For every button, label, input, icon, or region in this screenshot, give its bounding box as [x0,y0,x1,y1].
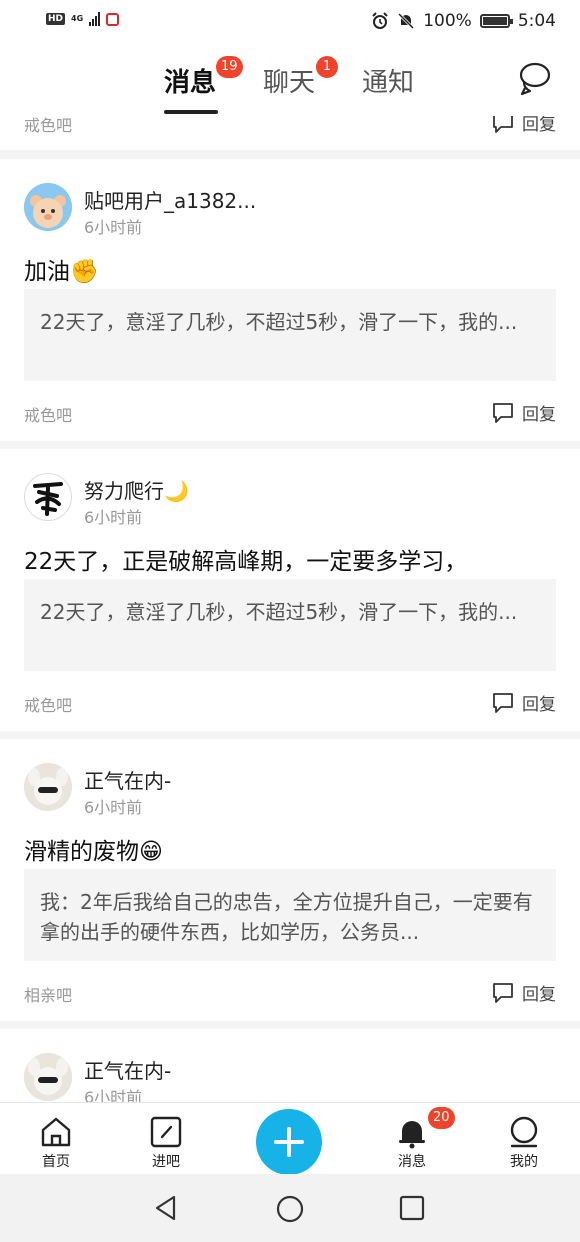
plus-icon [274,1127,304,1157]
username[interactable]: 努力爬行🌙 [84,475,189,504]
tab-notifications[interactable]: 通知 [362,62,414,99]
forum-name[interactable]: 相亲吧 [24,982,72,1006]
rabbit-avatar-icon [24,763,72,811]
reply-label: 回复 [522,116,556,135]
bear-avatar-icon [24,183,72,231]
comment-icon [493,692,513,713]
alarm-icon [372,12,388,29]
reply-button[interactable]: 回复 [492,400,556,425]
username[interactable]: 正气在内- [84,765,171,794]
nav-label: 首页 [42,1154,70,1170]
home-icon [41,1117,71,1147]
bell-icon [399,1121,425,1149]
reply-button[interactable]: 回复 [492,116,556,135]
bottom-navigation: 首页 进吧 消息 20 我的 [0,1102,580,1175]
back-icon[interactable] [152,1194,180,1222]
comment-text: 22天了，正是破解高峰期，一定要多学习， [24,549,468,575]
comment-text: 加油✊ [24,259,99,285]
post-time: 6小时前 [84,218,143,237]
reply-button[interactable]: 回复 [492,690,556,715]
comment-icon [493,982,513,1003]
network-type: 4G [71,14,84,23]
comment-text: 滑精的废物😁 [24,839,163,865]
user-avatar[interactable] [24,1053,72,1101]
tab-label: 聊天 [263,68,316,98]
message-card[interactable]: 努力爬行🌙 6小时前 22天了，正是破解高峰期，一定要多学习， 22天了，意淫了… [0,449,580,731]
recent-apps-icon[interactable] [399,1195,425,1221]
nav-label: 消息 [398,1154,426,1170]
forum-name[interactable]: 戒色吧 [24,402,72,426]
username[interactable]: 正气在内- [84,1055,171,1084]
post-time: 6小时前 [84,798,143,817]
system-navigation-bar [0,1174,580,1242]
username[interactable]: 贴吧用户_a1382... [84,185,256,214]
quoted-post[interactable]: 22天了，意淫了几秒，不超过5秒，滑了一下，我的... [24,579,556,671]
reply-label: 回复 [522,985,556,1005]
nav-mine[interactable]: 我的 [494,1111,554,1171]
user-avatar[interactable] [24,763,72,811]
signal-icon [89,12,101,26]
home-circle-icon[interactable] [275,1194,305,1224]
header-tabs: 消息 19 聊天 1 通知 [0,44,580,116]
message-list[interactable]: 戒色吧 回复 贴吧用户_a1382... 6小时前 加油✊ 22天了，意淫了几秒… [0,116,580,1102]
comment-icon [493,402,513,423]
calligraphy-avatar-icon [33,482,63,516]
user-avatar[interactable] [24,473,72,521]
battery-icon [479,14,513,28]
messages-count-badge: 19 [216,56,243,78]
mute-icon [398,12,415,30]
rabbit-avatar-icon [24,1053,72,1101]
tab-label: 消息 [164,68,217,98]
chat-bubbles-icon[interactable] [514,60,552,98]
tab-label: 通知 [362,68,415,98]
create-post-button[interactable] [256,1109,322,1175]
tab-messages[interactable]: 消息 [164,62,216,99]
active-tab-indicator [164,110,218,114]
clock-time: 5:04 [517,11,556,31]
message-card[interactable]: 正气在内- 6小时前 [0,1029,580,1102]
comment-icon [493,116,513,133]
app-notification-icon [106,12,120,26]
quoted-post[interactable]: 22天了，意淫了几秒，不超过5秒，滑了一下，我的... [24,289,556,381]
nav-enter-bar[interactable]: 进吧 [136,1111,196,1171]
post-time: 6小时前 [84,1088,143,1102]
profile-icon [510,1116,538,1148]
message-card-partial[interactable]: 戒色吧 回复 [0,116,580,150]
nav-label: 我的 [510,1154,538,1170]
nav-home[interactable]: 首页 [26,1111,86,1171]
battery-percent: 100% [423,11,472,31]
status-bar: HD 4G 100% 5:04 [0,0,580,44]
messages-nav-badge: 20 [428,1107,455,1129]
nav-label: 进吧 [152,1154,180,1170]
message-card[interactable]: 正气在内- 6小时前 滑精的废物😁 我：2年后我给自己的忠告，全方位提升自己，一… [0,739,580,1021]
post-time: 6小时前 [84,508,143,527]
enter-bar-icon [150,1116,182,1148]
reply-button[interactable]: 回复 [492,980,556,1005]
quoted-post[interactable]: 我：2年后我给自己的忠告，全方位提升自己，一定要有拿的出手的硬件东西，比如学历，… [24,869,556,961]
user-avatar[interactable] [24,183,72,231]
message-card[interactable]: 贴吧用户_a1382... 6小时前 加油✊ 22天了，意淫了几秒，不超过5秒，… [0,159,580,441]
forum-name[interactable]: 戒色吧 [24,692,72,716]
reply-label: 回复 [522,405,556,425]
chat-count-badge: 1 [316,56,338,78]
hd-indicator: HD [46,13,66,25]
tab-chat[interactable]: 聊天 [263,62,315,99]
forum-name[interactable]: 戒色吧 [24,116,72,136]
reply-label: 回复 [522,695,556,715]
